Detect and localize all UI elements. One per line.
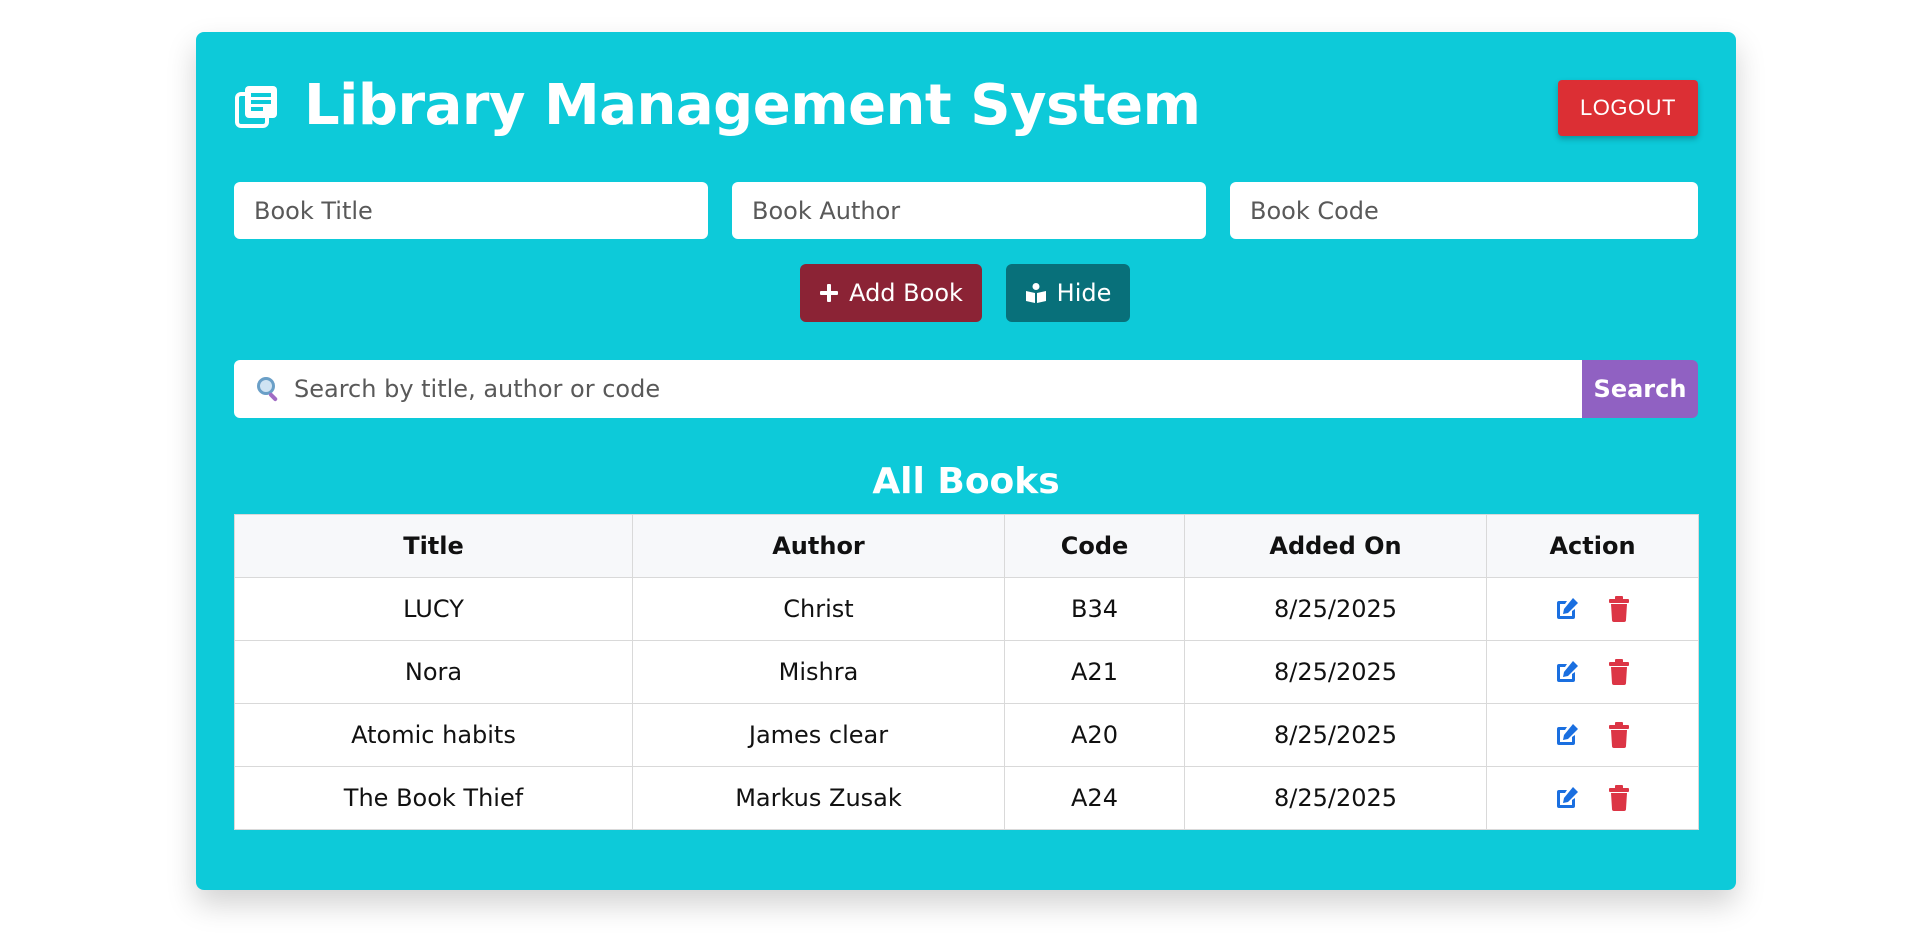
- form-buttons: Add Book Hide: [196, 264, 1736, 322]
- cell-author: James clear: [632, 703, 1005, 767]
- search-button[interactable]: Search: [1582, 360, 1698, 418]
- column-header-action: Action: [1486, 514, 1699, 578]
- trash-icon[interactable]: [1604, 657, 1634, 687]
- column-header-author: Author: [632, 514, 1005, 578]
- search-input[interactable]: Search by title, author or code: [234, 360, 1582, 418]
- title-wrap: Library Management System: [234, 70, 1201, 142]
- cell-actions: [1486, 577, 1699, 641]
- column-header-title: Title: [234, 514, 633, 578]
- trash-icon[interactable]: [1604, 594, 1634, 624]
- cell-added-on: 8/25/2025: [1184, 640, 1487, 704]
- trash-icon[interactable]: [1604, 783, 1634, 813]
- cell-title: Nora: [234, 640, 633, 704]
- cell-author: Markus Zusak: [632, 766, 1005, 830]
- cell-code: A24: [1004, 766, 1185, 830]
- book-code-input[interactable]: Book Code: [1230, 182, 1698, 239]
- table-row: Nora Mishra A21 8/25/2025: [234, 640, 1699, 704]
- cell-code: A20: [1004, 703, 1185, 767]
- table-header-row: Title Author Code Added On Action: [234, 514, 1699, 578]
- row-actions: [1487, 767, 1698, 829]
- edit-icon[interactable]: [1552, 783, 1582, 813]
- search-bar: Search by title, author or code Search: [234, 360, 1698, 418]
- cell-actions: [1486, 766, 1699, 830]
- books-table-wrap: Title Author Code Added On Action LUCY C…: [234, 514, 1699, 830]
- cell-added-on: 8/25/2025: [1184, 577, 1487, 641]
- column-header-added-on: Added On: [1184, 514, 1487, 578]
- cell-title: Atomic habits: [234, 703, 633, 767]
- edit-icon[interactable]: [1552, 594, 1582, 624]
- table-row: LUCY Christ B34 8/25/2025: [234, 577, 1699, 641]
- books-heading: All Books: [872, 461, 1060, 502]
- library-icon: [234, 83, 280, 129]
- cell-code: A21: [1004, 640, 1185, 704]
- plus-icon: [819, 283, 839, 303]
- edit-icon[interactable]: [1552, 720, 1582, 750]
- column-header-code: Code: [1004, 514, 1185, 578]
- page-title: Library Management System: [304, 73, 1201, 138]
- logout-button[interactable]: LOGOUT: [1558, 80, 1698, 136]
- book-title-input[interactable]: Book Title: [234, 182, 708, 239]
- row-actions: [1487, 641, 1698, 703]
- trash-icon[interactable]: [1604, 720, 1634, 750]
- cell-title: The Book Thief: [234, 766, 633, 830]
- cell-title: LUCY: [234, 577, 633, 641]
- cell-actions: [1486, 703, 1699, 767]
- book-author-input[interactable]: Book Author: [732, 182, 1206, 239]
- cell-author: Mishra: [632, 640, 1005, 704]
- edit-icon[interactable]: [1552, 657, 1582, 687]
- row-actions: [1487, 704, 1698, 766]
- cell-added-on: 8/25/2025: [1184, 703, 1487, 767]
- magnifier-icon: [256, 376, 282, 402]
- header: Library Management System LOGOUT: [234, 70, 1698, 142]
- add-book-button[interactable]: Add Book: [800, 264, 982, 322]
- add-book-label: Add Book: [849, 279, 963, 307]
- cell-code: B34: [1004, 577, 1185, 641]
- search-placeholder: Search by title, author or code: [294, 375, 661, 403]
- books-table: Title Author Code Added On Action LUCY C…: [234, 514, 1699, 830]
- cell-added-on: 8/25/2025: [1184, 766, 1487, 830]
- book-reader-icon: [1025, 282, 1047, 304]
- cell-actions: [1486, 640, 1699, 704]
- hide-label: Hide: [1056, 279, 1112, 307]
- cell-author: Christ: [632, 577, 1005, 641]
- book-form: Book Title Book Author Book Code: [234, 182, 1698, 239]
- row-actions: [1487, 578, 1698, 640]
- table-row: Atomic habits James clear A20 8/25/2025: [234, 703, 1699, 767]
- library-panel: Library Management System LOGOUT Book Ti…: [196, 32, 1736, 890]
- hide-button[interactable]: Hide: [1006, 264, 1130, 322]
- table-row: The Book Thief Markus Zusak A24 8/25/202…: [234, 766, 1699, 830]
